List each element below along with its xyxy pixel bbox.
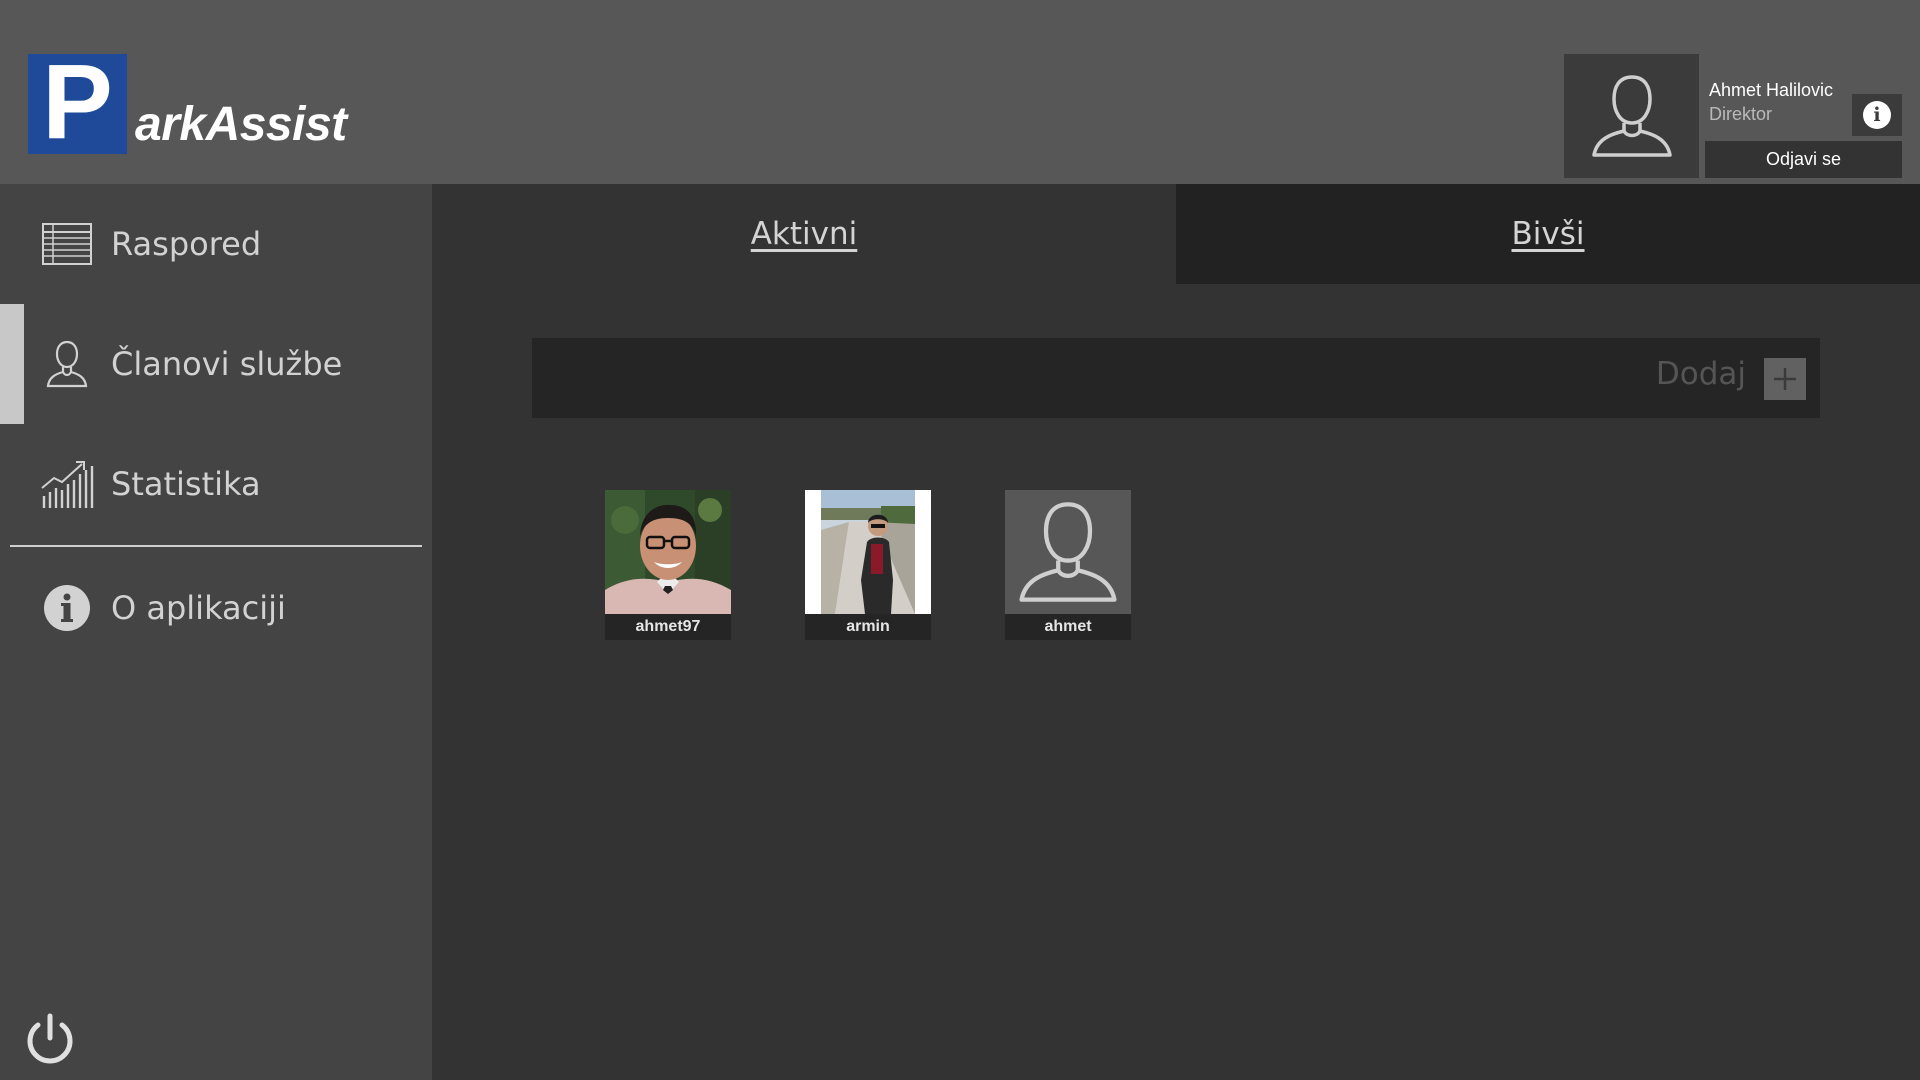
logout-button[interactable]: Odjavi se: [1705, 141, 1902, 178]
sidebar-item-label: O aplikaciji: [111, 589, 286, 627]
member-photo: [605, 490, 731, 614]
info-icon: [40, 581, 94, 635]
add-member-button[interactable]: [1764, 358, 1806, 400]
table-icon: [40, 217, 94, 271]
person-icon: [40, 337, 94, 391]
power-icon: [27, 1013, 73, 1064]
sidebar-item-statistika[interactable]: Statistika: [0, 424, 432, 544]
tab-label: Aktivni: [750, 216, 858, 252]
info-icon: i: [1863, 101, 1891, 129]
sidebar-item-o-aplikaciji[interactable]: O aplikaciji: [0, 548, 432, 668]
member-photo: [805, 490, 931, 614]
app-header: P arkAssist Ahmet Halilovic Direktor i O…: [0, 0, 1920, 184]
chart-icon: [40, 457, 94, 511]
member-card-ahmet[interactable]: ahmet: [1005, 490, 1131, 640]
add-member-bar: Dodaj: [532, 338, 1820, 418]
logo-text: arkAssist: [135, 98, 347, 151]
power-button[interactable]: [20, 1010, 80, 1070]
user-name: Ahmet Halilovic: [1709, 80, 1834, 100]
sidebar-item-clanovi-sluzbe[interactable]: Članovi službe: [0, 304, 432, 424]
add-label: Dodaj: [1655, 356, 1746, 392]
member-username: ahmet97: [605, 614, 731, 640]
sidebar-item-raspored[interactable]: Raspored: [0, 184, 432, 304]
logo-letter: P: [42, 43, 113, 161]
user-avatar: [1564, 54, 1699, 178]
member-username: ahmet: [1005, 614, 1131, 640]
sidebar-divider: [10, 545, 422, 547]
app-logo: P arkAssist: [28, 49, 347, 155]
user-role: Direktor: [1709, 104, 1773, 124]
sidebar-item-label: Raspored: [111, 225, 262, 263]
user-info-button[interactable]: i: [1852, 94, 1902, 136]
plus-icon: [1774, 368, 1796, 390]
tab-label: Bivši: [1511, 216, 1585, 252]
sidebar-item-label: Članovi službe: [111, 345, 343, 383]
member-card-ahmet97[interactable]: ahmet97: [605, 490, 731, 640]
sidebar-item-label: Statistika: [111, 465, 261, 503]
sidebar: Raspored Članovi službe Statistika O apl…: [0, 184, 432, 1080]
tab-aktivni[interactable]: Aktivni: [432, 184, 1176, 284]
logo-p-box: P: [28, 49, 127, 155]
tab-bivsi[interactable]: Bivši: [1176, 184, 1920, 284]
member-card-armin[interactable]: armin: [805, 490, 931, 640]
member-username: armin: [805, 614, 931, 640]
user-silhouette-icon: [1591, 75, 1672, 157]
default-avatar-icon: [1019, 502, 1117, 602]
member-photo: [1005, 490, 1131, 614]
